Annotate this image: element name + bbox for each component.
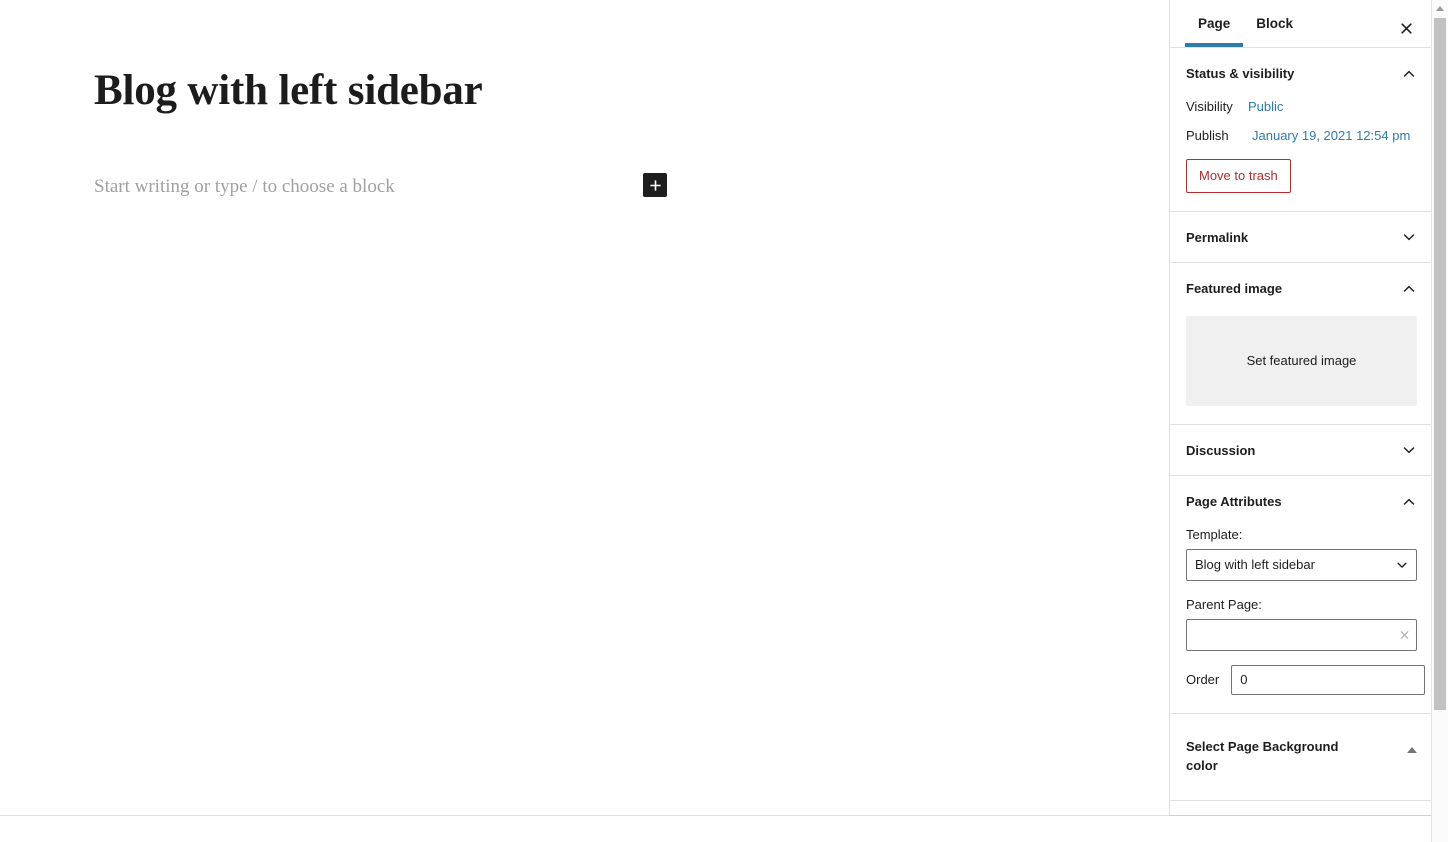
publish-label: Publish	[1186, 127, 1229, 143]
panel-discussion: Discussion	[1170, 425, 1433, 477]
parent-page-input[interactable]	[1186, 618, 1417, 651]
panel-body-page-attributes: Template: Blog with left sidebar Parent …	[1186, 526, 1426, 713]
panel-body-featured-image: Set featured image	[1186, 315, 1417, 424]
template-label: Template:	[1186, 526, 1243, 542]
panel-title-permalink: Permalink	[1186, 229, 1249, 245]
settings-sidebar: Page Block Status & visibility Visibilit…	[1169, 0, 1433, 816]
panel-toggle-background-color[interactable]: Select Page Background color	[1186, 714, 1417, 800]
panel-body-status-visibility: Visibility Public Publish January 19, 20…	[1186, 99, 1417, 211]
set-featured-image-button[interactable]: Set featured image	[1186, 315, 1417, 406]
move-to-trash-button[interactable]: Move to trash	[1186, 158, 1291, 193]
panel-title-status-visibility: Status & visibility	[1186, 66, 1295, 81]
panel-toggle-permalink[interactable]: Permalink	[1186, 212, 1417, 263]
order-row: Order	[1186, 664, 1426, 695]
block-inserter-button[interactable]	[643, 173, 667, 197]
panel-permalink: Permalink	[1170, 212, 1433, 264]
panel-toggle-page-attributes[interactable]: Page Attributes	[1186, 476, 1417, 527]
panel-title-discussion: Discussion	[1186, 442, 1256, 458]
panel-page-attributes: Page Attributes Template: Blog with left…	[1170, 476, 1433, 714]
visibility-label: Visibility	[1186, 98, 1233, 114]
chevron-down-icon	[1403, 234, 1415, 241]
panel-featured-image: Featured image Set featured image	[1170, 263, 1433, 425]
page-scrollbar[interactable]	[1431, 0, 1448, 842]
chevron-up-icon	[1403, 70, 1415, 77]
publish-date-button[interactable]: January 19, 2021 12:54 pm	[1252, 128, 1410, 143]
publish-row: Publish January 19, 2021 12:54 pm	[1186, 128, 1417, 143]
scrollbar-thumb[interactable]	[1434, 18, 1446, 710]
order-input[interactable]	[1231, 664, 1426, 695]
panel-toggle-status-visibility[interactable]: Status & visibility	[1186, 48, 1417, 99]
panel-title-background-color: Select Page Background color	[1186, 738, 1339, 774]
chevron-up-icon	[1403, 498, 1415, 505]
empty-block-row: Start writing or type / to choose a bloc…	[94, 172, 674, 202]
scroll-up-arrow-icon[interactable]	[1432, 0, 1448, 17]
chevron-down-icon	[1403, 447, 1415, 454]
editor-app: Blog with left sidebar Start writing or …	[0, 0, 1448, 842]
visibility-value-button[interactable]: Public	[1248, 99, 1283, 114]
close-icon[interactable]	[1391, 13, 1421, 43]
sidebar-tabs: Page Block	[1170, 0, 1433, 48]
template-select[interactable]: Blog with left sidebar	[1186, 548, 1417, 581]
parent-page-wrap	[1186, 618, 1417, 651]
editor-canvas: Blog with left sidebar Start writing or …	[0, 0, 1169, 816]
parent-page-label: Parent Page:	[1186, 596, 1262, 612]
tab-block[interactable]: Block	[1243, 0, 1306, 47]
template-select-wrap: Blog with left sidebar	[1186, 548, 1417, 581]
tab-page[interactable]: Page	[1185, 0, 1244, 47]
panel-toggle-featured-image[interactable]: Featured image	[1186, 263, 1417, 314]
close-icon[interactable]	[1399, 629, 1410, 640]
block-placeholder-text[interactable]: Start writing or type / to choose a bloc…	[94, 174, 395, 200]
panel-toggle-discussion[interactable]: Discussion	[1186, 425, 1417, 476]
visibility-row: Visibility Public	[1186, 99, 1417, 114]
triangle-up-icon	[1407, 746, 1417, 753]
panel-title-featured-image: Featured image	[1186, 281, 1283, 297]
page-title[interactable]: Blog with left sidebar	[94, 64, 994, 118]
panel-status-visibility: Status & visibility Visibility Public Pu…	[1170, 48, 1433, 212]
panel-background-color: Select Page Background color	[1170, 714, 1433, 801]
panel-title-page-attributes: Page Attributes	[1186, 494, 1282, 510]
order-label: Order	[1186, 672, 1220, 688]
chevron-up-icon	[1403, 285, 1415, 292]
